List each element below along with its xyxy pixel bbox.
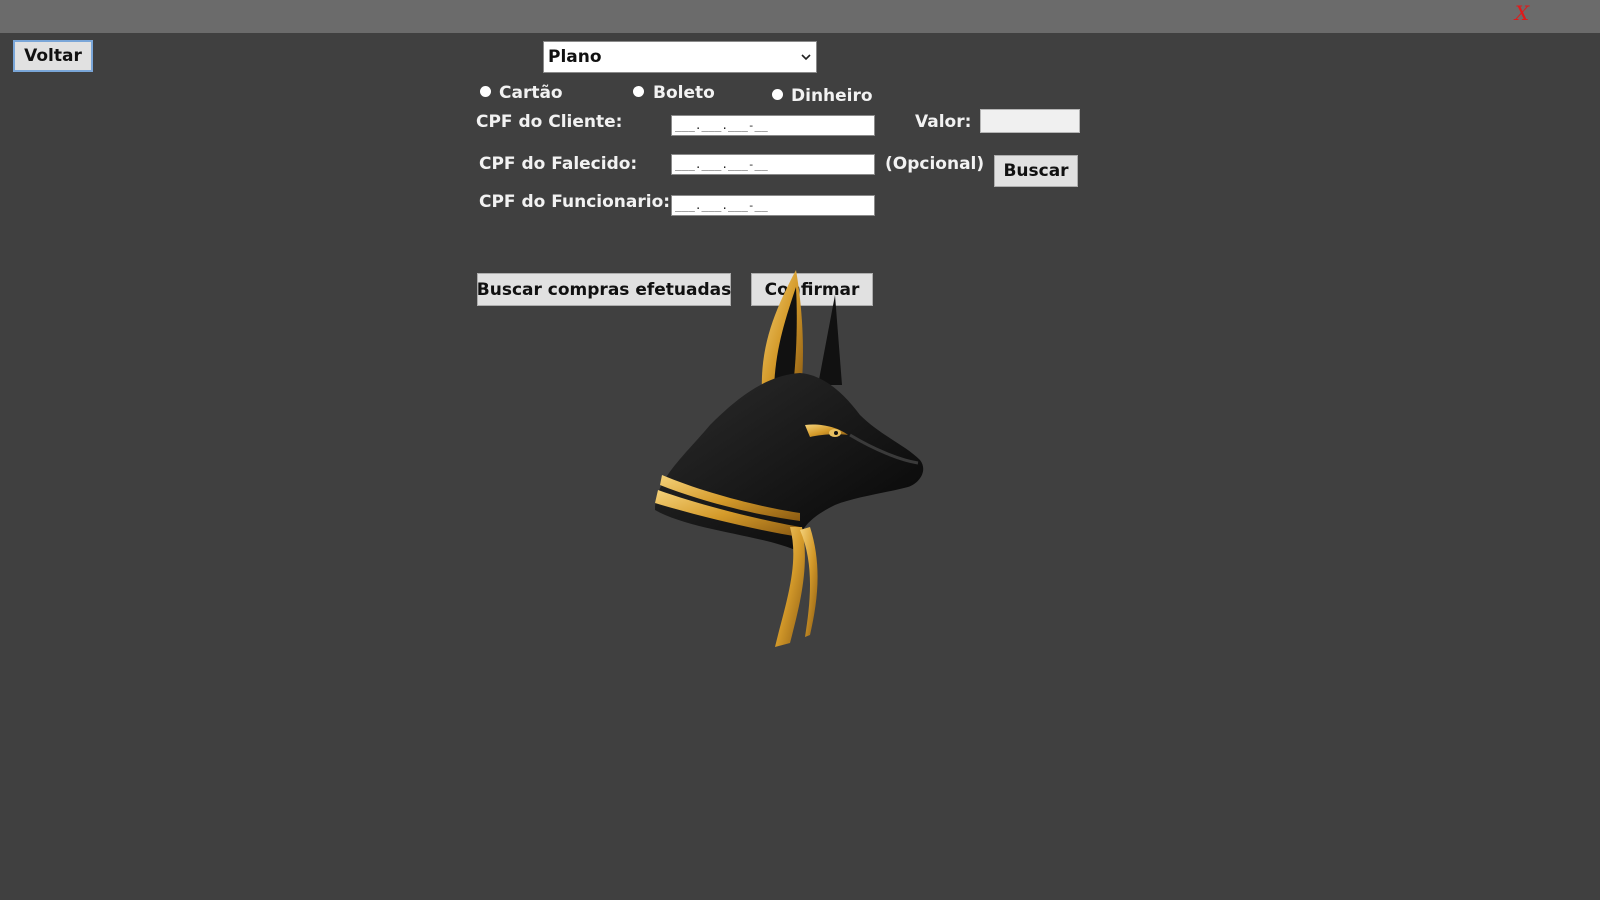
- radio-cartao-label: Cartão: [499, 83, 563, 103]
- radio-dinheiro[interactable]: [772, 89, 783, 100]
- cpf-falecido-label: CPF do Falecido:: [479, 154, 638, 174]
- back-button[interactable]: Voltar: [13, 40, 93, 72]
- anubis-logo: [655, 270, 924, 647]
- plan-select-value: Plano: [548, 47, 602, 67]
- buscar-button[interactable]: Buscar: [994, 155, 1078, 187]
- valor-input[interactable]: [980, 109, 1080, 133]
- opcional-label: (Opcional): [885, 154, 985, 174]
- cpf-funcionario-label: CPF do Funcionario:: [479, 192, 671, 212]
- close-button[interactable]: X: [1514, 1, 1530, 25]
- cpf-cliente-input[interactable]: ___.___.___-__: [671, 115, 875, 136]
- cpf-cliente-label: CPF do Cliente:: [476, 112, 623, 132]
- radio-boleto-label: Boleto: [653, 83, 715, 103]
- title-bar: X: [0, 0, 1600, 33]
- valor-label: Valor:: [915, 112, 972, 132]
- radio-boleto[interactable]: [633, 86, 644, 97]
- chevron-down-icon: [797, 43, 815, 71]
- cpf-funcionario-input[interactable]: ___.___.___-__: [671, 195, 875, 216]
- plan-select[interactable]: Plano: [543, 41, 817, 73]
- radio-dinheiro-label: Dinheiro: [791, 86, 873, 106]
- cpf-falecido-input[interactable]: ___.___.___-__: [671, 154, 875, 175]
- radio-cartao[interactable]: [480, 86, 491, 97]
